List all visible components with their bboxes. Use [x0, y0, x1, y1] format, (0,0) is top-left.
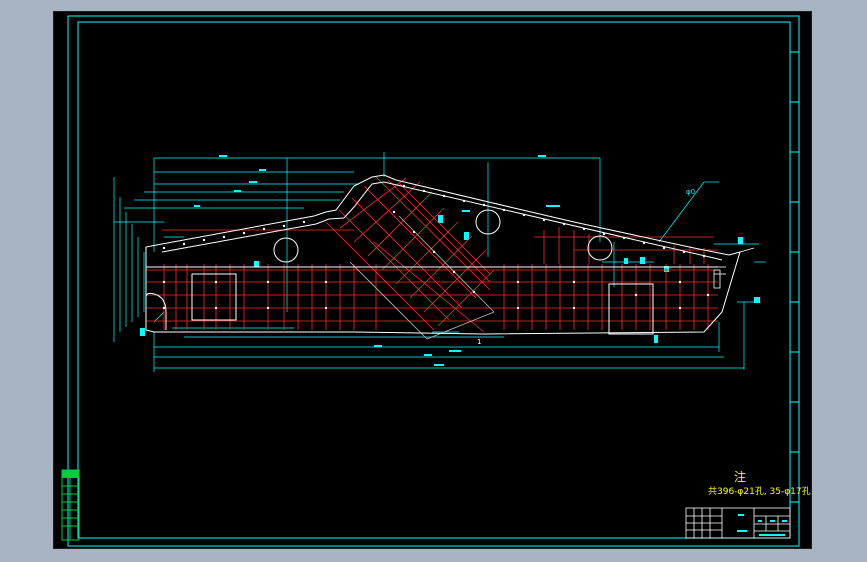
title-block-marks — [737, 514, 787, 536]
hole-grid-vertical — [163, 227, 709, 330]
callout-label: φ0 — [686, 188, 695, 196]
cad-viewport[interactable]: φ0 1 注 共396-φ21孔, 35-φ17孔 — [53, 11, 812, 549]
right-margin-ticks — [790, 51, 799, 503]
hole-dots — [162, 184, 710, 310]
note-body: 共396-φ21孔, 35-φ17孔 — [708, 487, 811, 497]
dimension-text-marks — [140, 155, 760, 366]
note-title: 注 — [734, 470, 747, 484]
cad-drawing[interactable]: φ0 1 — [54, 12, 813, 550]
plate-outline — [145, 174, 741, 335]
diagonal-band — [349, 215, 495, 340]
scale-marker: 1 — [477, 338, 481, 346]
sheet-border-outer — [67, 15, 800, 547]
title-block — [685, 507, 791, 539]
left-title-strip — [61, 469, 80, 541]
hole-grid-diagonal — [325, 176, 495, 333]
